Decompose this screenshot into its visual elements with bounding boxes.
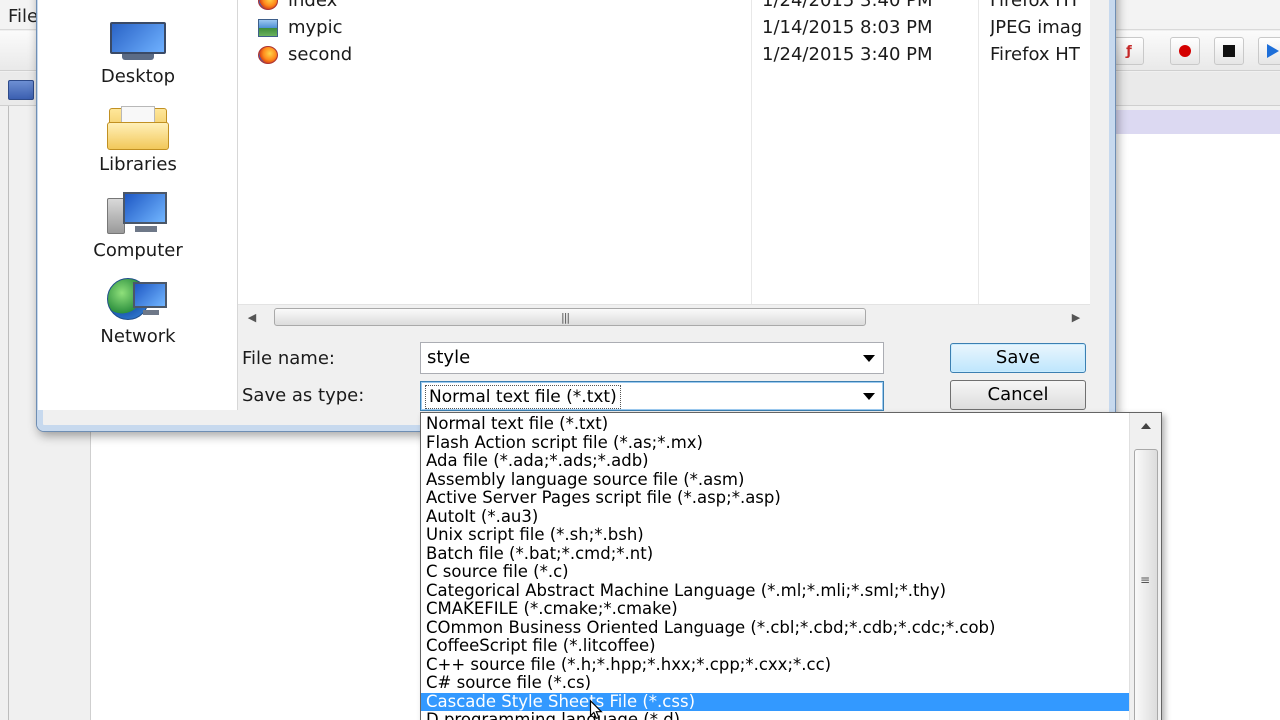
grip-icon: ||| [561,311,570,324]
file-name-value: style [427,347,471,368]
dropdown-option[interactable]: AutoIt (*.au3) [421,508,1129,527]
record-macro-button[interactable] [1170,37,1200,65]
file-date: 1/14/2015 8:03 PM [762,17,933,38]
file-date: 1/24/2015 3:40 PM [762,44,933,65]
scroll-left-icon[interactable]: ◀ [238,305,266,329]
dropdown-option-selected[interactable]: Cascade Style Sheets File (*.css) [421,692,1129,711]
nav-item-computer[interactable]: Computer [38,192,238,261]
flash-button[interactable]: ƒ [1114,37,1144,65]
file-type: JPEG imag [990,17,1083,38]
dropdown-option[interactable]: C source file (*.c) [421,563,1129,582]
nav-label: Desktop [100,66,176,87]
flash-icon: ƒ [1126,43,1132,59]
file-list[interactable]: index 1/24/2015 3:40 PM Firefox HT mypic… [238,0,1090,304]
nav-item-network[interactable]: Network [38,274,238,347]
nav-label: Computer [93,240,183,261]
record-icon [1179,45,1191,57]
nav-item-libraries[interactable]: Libraries [38,106,238,175]
computer-icon [107,192,169,236]
dropdown-option[interactable]: Categorical Abstract Machine Language (*… [421,582,1129,601]
scroll-thumb[interactable]: ||| [274,308,866,326]
nav-label: Libraries [99,154,177,175]
dropdown-option[interactable]: Active Server Pages script file (*.asp;*… [421,489,1129,508]
dropdown-option[interactable]: C# source file (*.cs) [421,674,1129,693]
vertical-scrollbar[interactable]: ≡ [1129,413,1161,720]
dropdown-option[interactable]: D programming language (*.d) [421,711,1129,720]
horizontal-scrollbar[interactable]: ◀ ||| ▶ [238,304,1090,328]
chevron-down-icon[interactable] [863,393,875,400]
file-name: mypic [288,17,343,38]
file-row[interactable]: index 1/24/2015 3:40 PM Firefox HT [238,0,1090,14]
save-as-type-dropdown-list[interactable]: Normal text file (*.txt) Flash Action scr… [420,412,1162,720]
document-tab-icon[interactable] [8,80,34,100]
firefox-html-icon [258,46,278,64]
stop-macro-button[interactable] [1214,37,1244,65]
nav-item-desktop[interactable]: Desktop [38,22,238,87]
mouse-cursor-icon [589,700,603,720]
gutter-divider [8,106,9,720]
grip-icon: ≡ [1140,573,1151,587]
dropdown-option[interactable]: Normal text file (*.txt) [421,415,1129,434]
file-date: 1/24/2015 3:40 PM [762,0,933,11]
menu-file[interactable]: File [8,6,38,27]
dropdown-option[interactable]: Ada file (*.ada;*.ads;*.adb) [421,452,1129,471]
save-as-type-value: Normal text file (*.txt) [425,385,621,409]
dropdown-option[interactable]: Unix script file (*.sh;*.bsh) [421,526,1129,545]
nav-label: Network [100,326,176,347]
file-name: second [288,44,353,65]
cancel-button[interactable]: Cancel [950,380,1086,410]
stop-icon [1223,45,1235,57]
file-name-input[interactable]: style [420,342,884,374]
play-macro-button[interactable] [1258,37,1280,65]
scroll-right-icon[interactable]: ▶ [1062,305,1090,329]
dropdown-option[interactable]: CMAKEFILE (*.cmake;*.cmake) [421,600,1129,619]
scroll-up-icon[interactable] [1141,423,1151,429]
play-icon [1267,44,1279,58]
dropdown-option[interactable]: Batch file (*.bat;*.cmd;*.nt) [421,545,1129,564]
file-type: Firefox HT [990,0,1080,11]
dropdown-option[interactable]: COmmon Business Oriented Language (*.cbl… [421,619,1129,638]
libraries-icon [107,106,169,150]
save-button[interactable]: Save [950,343,1086,373]
dropdown-option[interactable]: C++ source file (*.h;*.hpp;*.hxx;*.cpp;*… [421,656,1129,675]
save-as-type-label: Save as type: [242,385,365,406]
firefox-html-icon [258,0,278,10]
current-line-highlight [1110,110,1280,134]
file-type: Firefox HT [990,44,1080,65]
desktop-icon [108,22,168,62]
file-name: index [288,0,338,11]
navigation-pane: Desktop Libraries Computer Network [38,0,238,410]
file-name-label: File name: [242,348,335,369]
jpeg-image-icon [258,19,278,37]
chevron-down-icon[interactable] [863,355,875,362]
scroll-thumb[interactable]: ≡ [1134,449,1158,720]
network-icon [107,274,169,322]
dropdown-option[interactable]: Flash Action script file (*.as;*.mx) [421,434,1129,453]
save-as-type-select[interactable]: Normal text file (*.txt) [420,381,884,411]
file-row[interactable]: second 1/24/2015 3:40 PM Firefox HT [238,42,1090,68]
file-row[interactable]: mypic 1/14/2015 8:03 PM JPEG imag [238,15,1090,41]
dropdown-option[interactable]: Assembly language source file (*.asm) [421,471,1129,490]
dropdown-option[interactable]: CoffeeScript file (*.litcoffee) [421,637,1129,656]
